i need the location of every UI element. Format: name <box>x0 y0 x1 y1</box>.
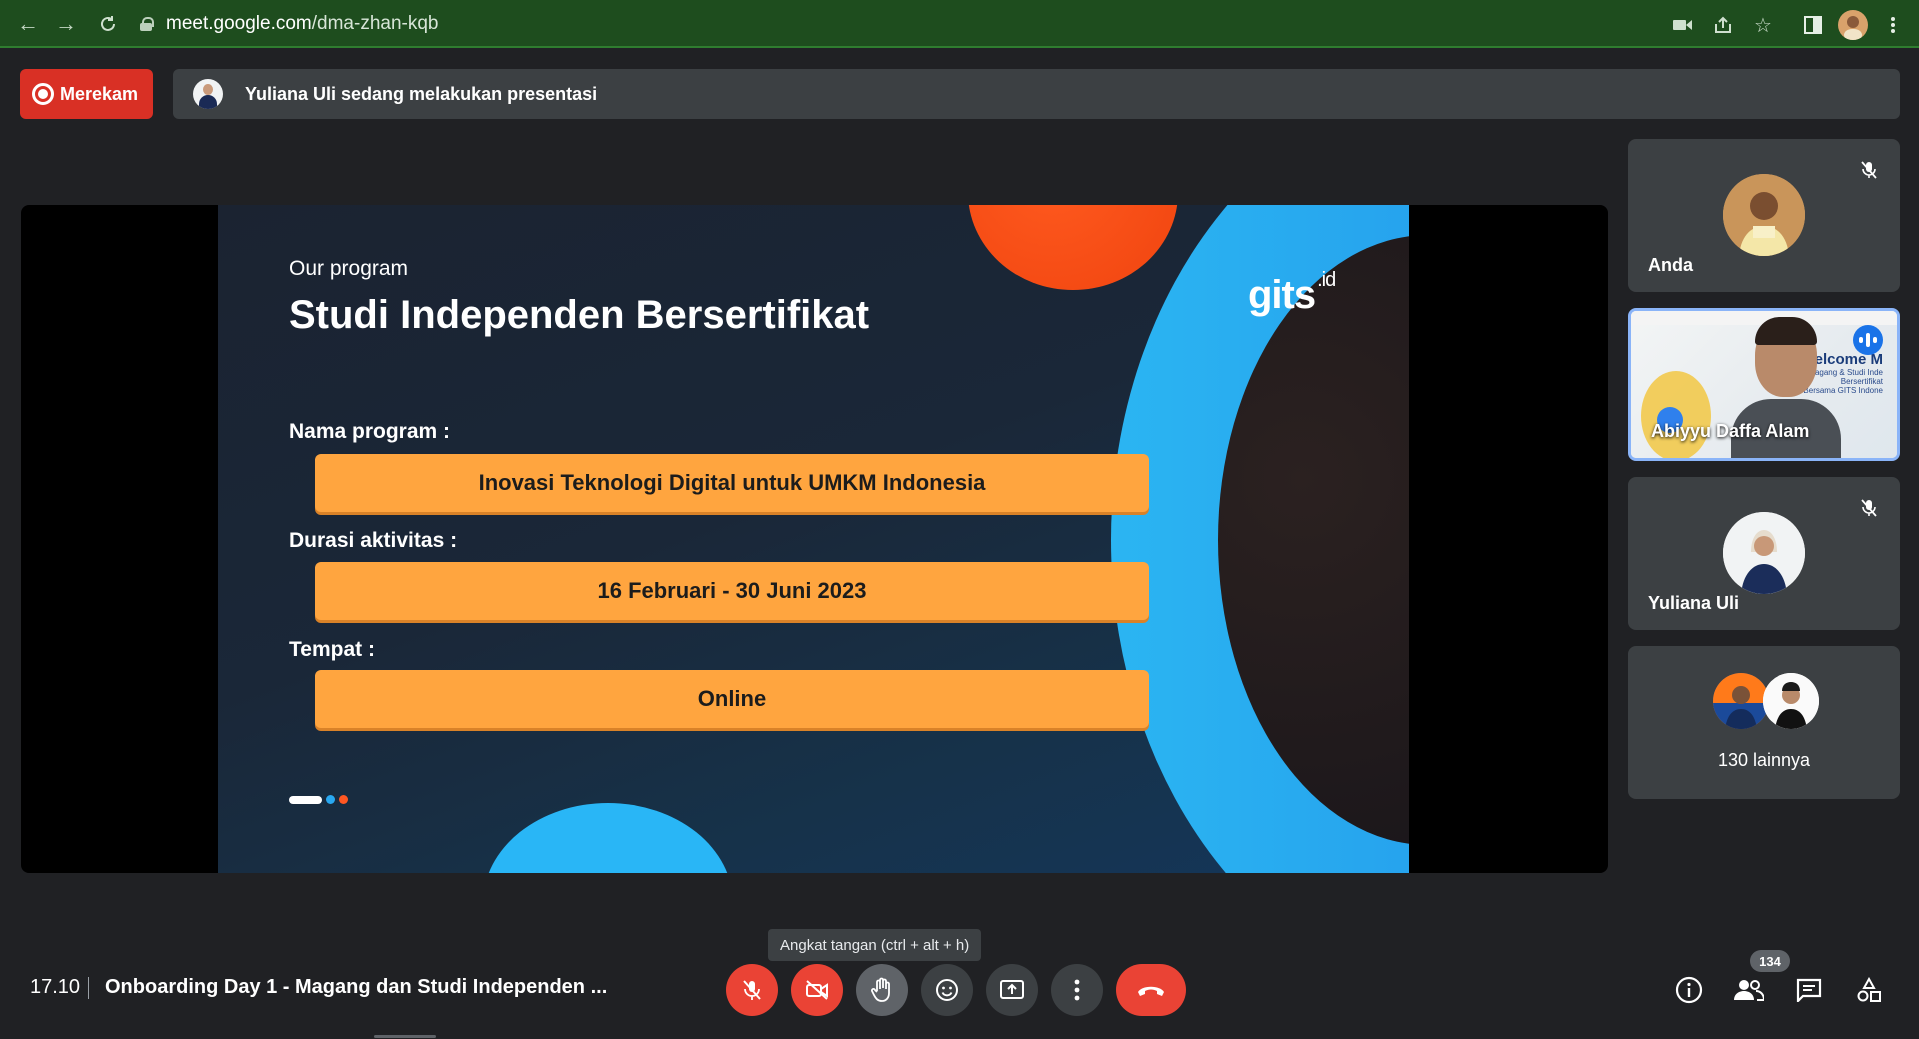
field-value-program: Inovasi Teknologi Digital untuk UMKM Ind… <box>315 454 1149 512</box>
recording-label: Merekam <box>60 83 139 104</box>
presenting-banner: Yuliana Uli sedang melakukan presentasi <box>173 69 1900 119</box>
leave-call-button[interactable] <box>1116 964 1186 1016</box>
share-icon[interactable] <box>1710 12 1736 38</box>
participant-tile-video[interactable]: Welcome M Magang & Studi Inde Bersertifi… <box>1628 308 1900 461</box>
people-button[interactable] <box>1731 972 1767 1008</box>
field-label-program: Nama program : <box>289 420 451 443</box>
url-path: /dma-zhan-kqb <box>311 13 439 34</box>
field-label-place: Tempat : <box>289 638 375 661</box>
speaking-indicator-icon <box>1853 325 1883 355</box>
slide-kicker: Our program <box>289 257 409 280</box>
mic-off-icon <box>1856 157 1882 183</box>
bottom-handle <box>374 1035 436 1038</box>
more-icon <box>1074 979 1080 1001</box>
meeting-title: Onboarding Day 1 - Magang dan Studi Inde… <box>105 976 608 998</box>
present-button[interactable] <box>986 964 1038 1016</box>
hand-icon <box>871 977 890 1002</box>
presenter-avatar <box>193 79 223 109</box>
lock-icon <box>140 17 154 31</box>
people-count-badge: 134 <box>1750 950 1790 972</box>
avatar <box>1723 512 1805 594</box>
emoji-icon <box>936 979 958 1001</box>
cam-off-icon <box>806 980 828 1000</box>
sidepanel-icon[interactable] <box>1800 12 1826 38</box>
slide-blue-shape <box>483 803 733 873</box>
browser-toolbar: ← → meet.google.com/dma-zhan-kqb ☆ <box>0 0 1919 48</box>
info-icon <box>1675 976 1703 1004</box>
chat-button[interactable] <box>1791 972 1827 1008</box>
raise-hand-button[interactable] <box>856 964 908 1016</box>
back-icon[interactable]: ← <box>14 10 42 38</box>
field-label-duration: Durasi aktivitas : <box>289 529 458 552</box>
url-host: meet.google.com <box>166 13 312 34</box>
camera-toggle-button[interactable] <box>791 964 843 1016</box>
presenting-text: Yuliana Uli sedang melakukan presentasi <box>245 83 598 104</box>
field-value-duration: 16 Februari - 30 Juni 2023 <box>315 562 1149 620</box>
gits-logo: gits .id <box>1248 269 1336 317</box>
record-icon <box>32 83 54 105</box>
slide-title: Studi Independen Bersertifikat <box>289 293 870 337</box>
participant-name: Abiyyu Daffa Alam <box>1651 421 1810 441</box>
participant-name: Anda <box>1648 255 1693 275</box>
chat-icon <box>1796 978 1822 1002</box>
people-icon <box>1734 980 1764 1001</box>
recording-button[interactable]: Merekam <box>20 69 153 119</box>
menu-icon[interactable] <box>1880 12 1906 38</box>
avatar <box>1723 174 1805 256</box>
participant-tile-self[interactable]: Anda <box>1628 139 1900 292</box>
raise-hand-tooltip: Angkat tangan (ctrl + alt + h) <box>768 929 982 961</box>
activities-icon <box>1857 977 1881 1002</box>
star-icon[interactable]: ☆ <box>1750 12 1776 38</box>
meeting-info-button[interactable] <box>1671 972 1707 1008</box>
more-options-button[interactable] <box>1051 964 1103 1016</box>
field-value-place: Online <box>315 670 1149 728</box>
others-count: 130 lainnya <box>1717 750 1811 770</box>
avatar <box>1713 673 1769 729</box>
present-icon <box>1000 980 1024 999</box>
participant-tile-presenter[interactable]: Yuliana Uli <box>1628 477 1900 630</box>
slide-orange-shape <box>968 205 1178 290</box>
reactions-button[interactable] <box>921 964 973 1016</box>
divider <box>88 977 89 999</box>
participant-tile-others[interactable]: 130 lainnya <box>1628 646 1900 799</box>
participant-name: Yuliana Uli <box>1648 593 1740 613</box>
slide-dots <box>289 795 348 804</box>
slide: gits .id Our program Studi Independen Ber… <box>218 205 1409 873</box>
mic-off-icon <box>743 980 761 1000</box>
profile-icon[interactable] <box>1838 10 1868 40</box>
camera-icon[interactable] <box>1670 12 1696 38</box>
mic-off-icon <box>1856 495 1882 521</box>
end-call-icon <box>1138 986 1164 996</box>
meeting-time: 17.10 <box>30 976 81 998</box>
avatar <box>1763 673 1819 729</box>
presentation-stage: gits .id Our program Studi Independen Ber… <box>21 205 1608 873</box>
forward-icon[interactable]: → <box>52 10 80 38</box>
activities-button[interactable] <box>1851 972 1887 1008</box>
mic-toggle-button[interactable] <box>726 964 778 1016</box>
address-bar[interactable]: meet.google.com/dma-zhan-kqb <box>140 6 1640 42</box>
reload-icon[interactable] <box>94 10 122 38</box>
